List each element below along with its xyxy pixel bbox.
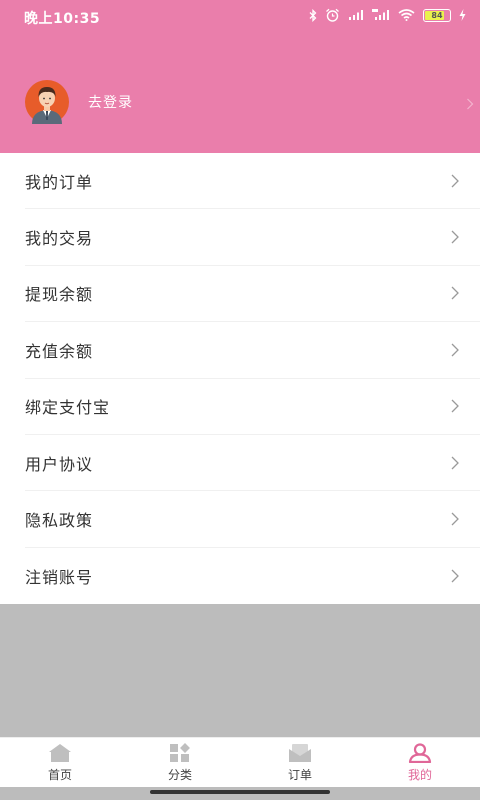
chevron-right-icon[interactable] bbox=[466, 98, 474, 110]
profile-header: 晚上10:35 84 去登录 bbox=[0, 0, 480, 153]
chevron-right-icon bbox=[451, 230, 459, 244]
chevron-right-icon bbox=[451, 512, 459, 526]
menu-item-label: 我的订单 bbox=[25, 172, 94, 192]
status-time: 晚上10:35 bbox=[24, 11, 101, 27]
chevron-right-icon bbox=[451, 456, 459, 470]
chevron-right-icon bbox=[451, 569, 459, 583]
battery-percent: 84 bbox=[431, 10, 443, 20]
menu-item-bind-alipay[interactable]: 绑定支付宝 bbox=[25, 379, 480, 435]
menu-item-label: 隐私政策 bbox=[25, 511, 94, 531]
menu-item-label: 充值余额 bbox=[25, 341, 94, 361]
charging-icon bbox=[459, 9, 466, 21]
chevron-right-icon bbox=[451, 399, 459, 413]
order-icon bbox=[289, 744, 311, 762]
tab-orders[interactable]: 订单 bbox=[240, 738, 360, 787]
category-icon bbox=[170, 743, 190, 762]
signal-hd-icon bbox=[372, 9, 389, 20]
battery-icon: 84 bbox=[423, 8, 451, 22]
tab-category[interactable]: 分类 bbox=[120, 738, 240, 787]
tab-label: 订单 bbox=[287, 768, 312, 782]
menu-item-privacy-policy[interactable]: 隐私政策 bbox=[25, 491, 480, 548]
chevron-right-icon bbox=[451, 174, 459, 188]
menu-item-label: 提现余额 bbox=[25, 285, 94, 305]
login-link[interactable]: 去登录 bbox=[88, 92, 133, 112]
menu-item-withdraw-balance[interactable]: 提现余额 bbox=[25, 266, 480, 323]
chevron-right-icon bbox=[451, 343, 459, 357]
tab-label: 首页 bbox=[47, 768, 72, 782]
menu-item-delete-account[interactable]: 注销账号 bbox=[25, 548, 480, 604]
login-entry[interactable]: 去登录 bbox=[20, 80, 133, 124]
status-bar: 晚上10:35 84 bbox=[0, 0, 480, 34]
menu-item-label: 我的交易 bbox=[25, 229, 94, 249]
tab-home[interactable]: 首页 bbox=[0, 738, 120, 787]
chevron-right-icon bbox=[451, 287, 459, 300]
alarm-icon bbox=[326, 8, 339, 22]
status-icons: 84 bbox=[309, 8, 466, 22]
signal-icon bbox=[349, 10, 363, 20]
menu-item-recharge-balance[interactable]: 充值余额 bbox=[25, 322, 480, 379]
tab-mine[interactable]: 我的 bbox=[360, 738, 480, 787]
tab-label: 分类 bbox=[167, 768, 192, 782]
bottom-tab-bar: 首页 分类 订单 我的 bbox=[0, 737, 480, 787]
wifi-icon bbox=[398, 9, 415, 21]
menu-item-my-transactions[interactable]: 我的交易 bbox=[25, 209, 480, 266]
home-indicator[interactable] bbox=[150, 790, 330, 794]
menu-item-label: 用户协议 bbox=[25, 454, 94, 474]
home-icon bbox=[49, 744, 71, 762]
avatar-man-icon[interactable] bbox=[20, 80, 74, 124]
menu-item-user-agreement[interactable]: 用户协议 bbox=[25, 435, 480, 492]
menu-item-label: 绑定支付宝 bbox=[25, 398, 111, 418]
bluetooth-icon bbox=[309, 8, 317, 22]
tab-label: 我的 bbox=[407, 768, 432, 782]
menu-list: 我的订单 我的交易 提现余额 充值余额 绑定支付宝 用户协议 隐私政策 注销账号 bbox=[0, 153, 480, 604]
menu-item-label: 注销账号 bbox=[25, 567, 94, 587]
user-icon bbox=[408, 743, 432, 763]
menu-item-my-orders[interactable]: 我的订单 bbox=[25, 153, 480, 210]
